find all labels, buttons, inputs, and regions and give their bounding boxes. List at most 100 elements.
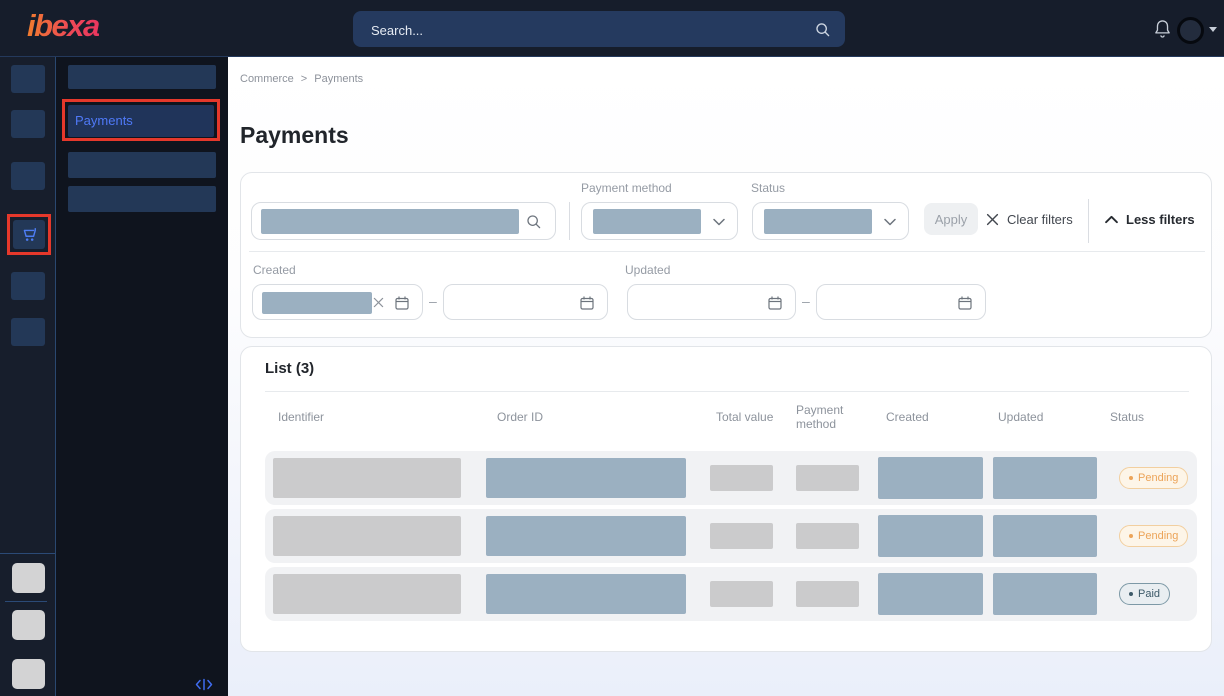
filter-search-input[interactable] bbox=[251, 202, 556, 240]
payments-highlight-annotation: Payments bbox=[62, 99, 220, 141]
search-input[interactable] bbox=[369, 11, 803, 49]
calendar-icon[interactable] bbox=[957, 295, 973, 311]
payment-row[interactable]: Paid bbox=[265, 567, 1197, 621]
redacted-created bbox=[878, 573, 983, 615]
redacted-identifier bbox=[273, 574, 461, 614]
rail-item-5[interactable] bbox=[11, 272, 45, 300]
status-dot-icon bbox=[1129, 534, 1133, 538]
updated-label: Updated bbox=[625, 263, 670, 277]
payment-row[interactable]: Pending bbox=[265, 509, 1197, 563]
nav-item-4[interactable] bbox=[68, 186, 216, 212]
redacted-updated bbox=[993, 515, 1097, 557]
filter-divider bbox=[569, 202, 570, 240]
payment-method-select[interactable] bbox=[581, 202, 738, 240]
less-filters-label: Less filters bbox=[1126, 212, 1195, 227]
shopping-cart-icon bbox=[19, 225, 39, 245]
rail-divider bbox=[0, 553, 55, 554]
breadcrumb-separator: > bbox=[301, 73, 307, 85]
list-divider bbox=[265, 391, 1189, 392]
clear-x-icon bbox=[986, 213, 999, 226]
redacted-created bbox=[878, 515, 983, 557]
created-to-date-input[interactable] bbox=[443, 284, 608, 320]
payment-row[interactable]: Pending bbox=[265, 451, 1197, 505]
chevron-up-icon bbox=[1105, 215, 1118, 224]
notifications-bell-icon[interactable] bbox=[1153, 18, 1172, 40]
top-bar: ibexa bbox=[0, 0, 1224, 57]
redacted-total-value bbox=[710, 581, 773, 607]
status-label: Paid bbox=[1138, 588, 1160, 600]
page-title: Payments bbox=[240, 122, 349, 149]
rail-item-3[interactable] bbox=[11, 162, 45, 190]
status-select[interactable] bbox=[752, 202, 909, 240]
nav-item-1[interactable] bbox=[68, 65, 216, 89]
col-status: Status bbox=[1110, 410, 1144, 424]
rail-divider-2 bbox=[5, 601, 47, 602]
breadcrumb: Commerce > Payments bbox=[240, 73, 363, 85]
payment-method-label: Payment method bbox=[581, 181, 672, 195]
redacted-identifier bbox=[273, 516, 461, 556]
updated-from-date-input[interactable] bbox=[627, 284, 796, 320]
status-badge: Pending bbox=[1119, 525, 1188, 547]
redacted-payment-method bbox=[796, 581, 859, 607]
status-label: Status bbox=[751, 181, 785, 195]
col-updated: Updated bbox=[998, 410, 1043, 424]
status-badge: Pending bbox=[1119, 467, 1188, 489]
status-badge: Paid bbox=[1119, 583, 1170, 605]
collapse-sidebar-icon[interactable] bbox=[195, 678, 213, 691]
nav-item-payments[interactable]: Payments bbox=[68, 105, 214, 137]
rail-item-commerce[interactable] bbox=[13, 220, 45, 249]
breadcrumb-current: Payments bbox=[314, 73, 363, 85]
nav-panel: Payments bbox=[56, 57, 228, 696]
redacted-created-from-value bbox=[262, 292, 372, 314]
main-content: Commerce > Payments Payments Payment met… bbox=[228, 57, 1224, 696]
filters-card: Payment method Status Apply bbox=[240, 172, 1212, 338]
app-window: ibexa bbox=[0, 0, 1224, 696]
rail-bottom-item-3[interactable] bbox=[12, 659, 45, 689]
less-filters-button[interactable]: Less filters bbox=[1105, 203, 1195, 235]
filter-row-divider bbox=[249, 251, 1205, 252]
created-range-dash: – bbox=[429, 293, 437, 309]
icon-rail bbox=[0, 57, 56, 696]
redacted-identifier bbox=[273, 458, 461, 498]
nav-item-3[interactable] bbox=[68, 152, 216, 178]
redacted-payment-method-value bbox=[593, 209, 701, 234]
calendar-icon[interactable] bbox=[579, 295, 595, 311]
col-total-value: Total value bbox=[716, 410, 773, 424]
search-icon[interactable] bbox=[814, 21, 831, 38]
calendar-icon[interactable] bbox=[767, 295, 783, 311]
list-card: List (3) Identifier Order ID Total value… bbox=[240, 346, 1212, 652]
status-label: Pending bbox=[1138, 472, 1178, 484]
filter-divider-2 bbox=[1088, 199, 1089, 243]
created-from-date-input[interactable] bbox=[252, 284, 423, 320]
redacted-total-value bbox=[710, 523, 773, 549]
chevron-down-icon[interactable] bbox=[713, 218, 725, 226]
redacted-payment-method bbox=[796, 465, 859, 491]
rail-item-1[interactable] bbox=[11, 65, 45, 93]
col-identifier: Identifier bbox=[278, 410, 324, 424]
updated-to-date-input[interactable] bbox=[816, 284, 986, 320]
rail-bottom-item-1[interactable] bbox=[12, 563, 45, 593]
redacted-order-id bbox=[486, 516, 686, 556]
clear-filters-button[interactable]: Clear filters bbox=[986, 203, 1073, 235]
redacted-created bbox=[878, 457, 983, 499]
apply-button[interactable]: Apply bbox=[924, 203, 978, 235]
search-icon[interactable] bbox=[525, 213, 542, 230]
clear-date-x-icon[interactable] bbox=[373, 297, 384, 308]
user-avatar[interactable] bbox=[1177, 17, 1204, 44]
created-label: Created bbox=[253, 263, 296, 277]
user-menu-caret-icon[interactable] bbox=[1209, 27, 1217, 32]
rail-bottom-item-2[interactable] bbox=[12, 610, 45, 640]
ibexa-logo[interactable]: ibexa bbox=[27, 8, 99, 44]
redacted-payment-method bbox=[796, 523, 859, 549]
rail-item-6[interactable] bbox=[11, 318, 45, 346]
list-title: List (3) bbox=[265, 360, 314, 377]
redacted-updated bbox=[993, 457, 1097, 499]
chevron-down-icon[interactable] bbox=[884, 218, 896, 226]
breadcrumb-parent[interactable]: Commerce bbox=[240, 73, 294, 85]
calendar-icon[interactable] bbox=[394, 295, 410, 311]
col-created: Created bbox=[886, 410, 929, 424]
global-search[interactable] bbox=[353, 11, 845, 47]
status-dot-icon bbox=[1129, 476, 1133, 480]
col-payment-method: Payment method bbox=[796, 403, 858, 431]
rail-item-2[interactable] bbox=[11, 110, 45, 138]
